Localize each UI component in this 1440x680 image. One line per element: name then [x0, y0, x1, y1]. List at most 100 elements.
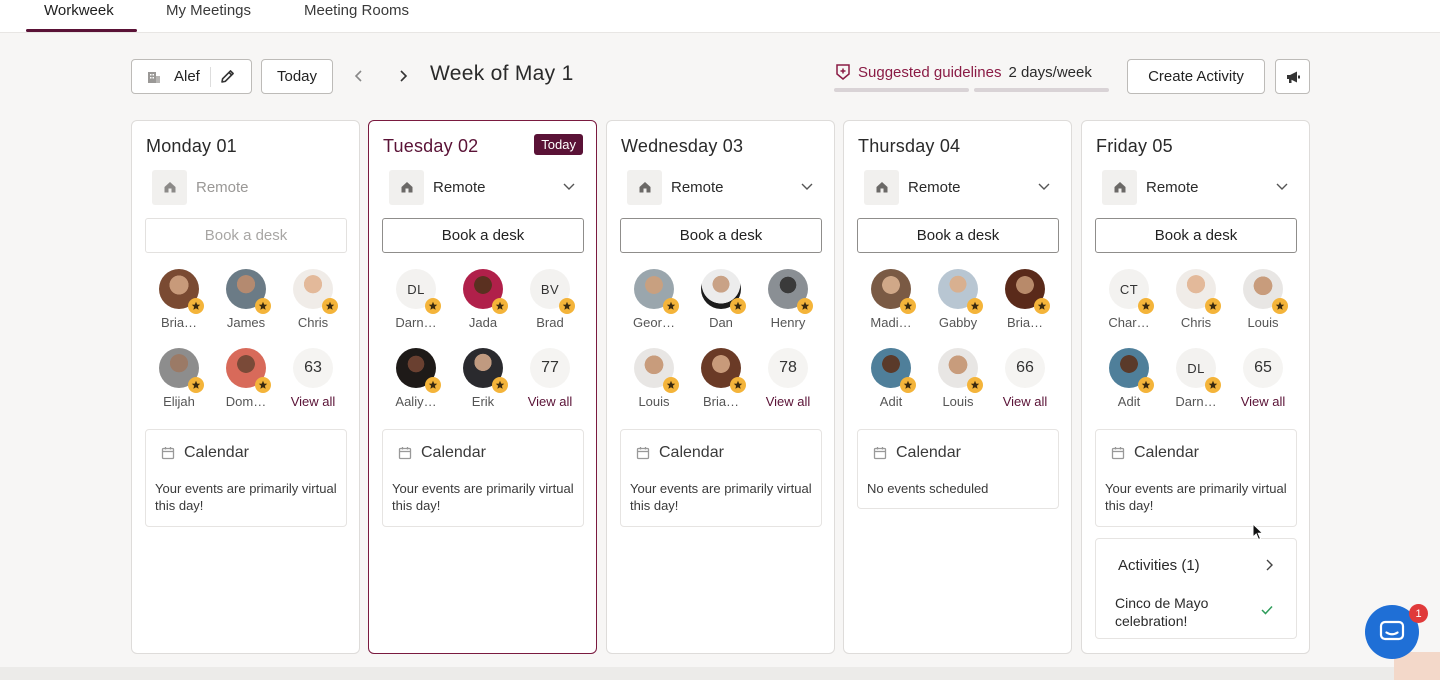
attendee[interactable]: Adit — [856, 348, 926, 418]
more-attendees[interactable]: 78 View all — [753, 348, 823, 418]
attendee[interactable]: Adit — [1094, 348, 1164, 418]
star-icon — [900, 298, 916, 314]
calendar-title: Calendar — [1134, 444, 1199, 461]
avatar: CT — [1109, 269, 1154, 314]
megaphone-icon — [1285, 70, 1301, 84]
day-card-tuesday: Tuesday 02 Today Remote Book a desk DL D… — [368, 120, 597, 654]
attendee[interactable]: Dom… — [211, 348, 281, 418]
attendee-name: Adit — [1117, 394, 1141, 409]
attendee[interactable]: Louis — [1228, 269, 1298, 339]
next-week-button[interactable] — [393, 66, 413, 86]
home-icon — [627, 169, 662, 205]
attendee[interactable]: Erik — [448, 348, 518, 418]
attendee[interactable]: Henry — [753, 269, 823, 339]
attendee[interactable]: Elijah — [144, 348, 214, 418]
office-selector[interactable]: Alef — [131, 59, 252, 94]
star-icon — [967, 298, 983, 314]
today-button[interactable]: Today — [261, 59, 333, 94]
more-attendees[interactable]: 66 View all — [990, 348, 1060, 418]
create-activity-button[interactable]: Create Activity — [1127, 59, 1265, 94]
attendee[interactable]: Geor… — [619, 269, 689, 339]
attendee-name: Louis — [942, 394, 974, 409]
avatar — [634, 269, 679, 314]
more-attendees[interactable]: 65 View all — [1228, 348, 1298, 418]
book-desk-button[interactable]: Book a desk — [382, 218, 584, 253]
announcement-button[interactable] — [1275, 59, 1310, 94]
attendee[interactable]: DL Darn… — [1161, 348, 1231, 418]
work-status-selector[interactable]: Remote — [1102, 169, 1295, 205]
status-label: Remote — [1146, 178, 1199, 196]
book-desk-button[interactable]: Book a desk — [620, 218, 822, 253]
calendar-card[interactable]: Calendar No events scheduled — [857, 429, 1059, 509]
avatar — [463, 348, 508, 393]
view-all-link[interactable]: View all — [753, 394, 823, 409]
view-all-link[interactable]: View all — [515, 394, 585, 409]
work-status-selector[interactable]: Remote — [627, 169, 820, 205]
book-desk-button[interactable]: Book a desk — [145, 218, 347, 253]
attendee[interactable]: Chris — [278, 269, 348, 339]
attendee[interactable]: Louis — [923, 348, 993, 418]
home-icon — [864, 169, 899, 205]
star-icon — [425, 298, 441, 314]
day-title: Monday 01 — [146, 136, 237, 156]
work-status-selector[interactable]: Remote — [864, 169, 1057, 205]
pencil-icon[interactable] — [219, 68, 236, 85]
view-all-link[interactable]: View all — [1228, 394, 1298, 409]
attendee[interactable]: BV Brad — [515, 269, 585, 339]
activity-item[interactable]: Cinco de Mayo celebration! — [1115, 594, 1255, 630]
day-card-friday: Friday 05 Remote Book a desk CT Char… Ch… — [1081, 120, 1310, 654]
attendee[interactable]: Madi… — [856, 269, 926, 339]
attendee-name: Geor… — [633, 315, 675, 330]
attendee[interactable]: Louis — [619, 348, 689, 418]
star-icon — [1272, 298, 1288, 314]
more-attendees[interactable]: 63 View all — [278, 348, 348, 418]
chevron-right-icon[interactable] — [1264, 558, 1274, 577]
view-all-link[interactable]: View all — [278, 394, 348, 409]
book-desk-button[interactable]: Book a desk — [1095, 218, 1297, 253]
day-title: Thursday 04 — [858, 136, 961, 156]
book-desk-button[interactable]: Book a desk — [857, 218, 1059, 253]
tab-meeting-rooms[interactable]: Meeting Rooms — [304, 0, 409, 33]
avatar — [871, 348, 916, 393]
attendee[interactable]: Bria… — [144, 269, 214, 339]
attendee[interactable]: Bria… — [686, 348, 756, 418]
more-attendees[interactable]: 77 View all — [515, 348, 585, 418]
calendar-text: Your events are primarily virtual this d… — [1105, 481, 1287, 513]
avatar: DL — [396, 269, 441, 314]
guideline-label: Suggested guidelines — [858, 63, 1002, 81]
attendee-name: Bria… — [1006, 315, 1044, 330]
previous-week-button[interactable] — [349, 66, 369, 86]
calendar-card[interactable]: Calendar Your events are primarily virtu… — [1095, 429, 1297, 527]
avatar — [1243, 269, 1288, 314]
attendee[interactable]: Aaliy… — [381, 348, 451, 418]
calendar-card[interactable]: Calendar Your events are primarily virtu… — [382, 429, 584, 527]
active-tab-indicator — [26, 29, 137, 32]
star-icon — [492, 377, 508, 393]
calendar-title: Calendar — [184, 444, 249, 461]
attendee[interactable]: DL Darn… — [381, 269, 451, 339]
activities-card[interactable]: Activities (1) Cinco de Mayo celebration… — [1095, 538, 1297, 639]
attendee[interactable]: Dan — [686, 269, 756, 339]
attendee[interactable]: Jada — [448, 269, 518, 339]
attendee-count: 77 — [530, 348, 570, 388]
attendee[interactable]: Chris — [1161, 269, 1231, 339]
attendee-name: Elijah — [163, 394, 195, 409]
attendee[interactable]: CT Char… — [1094, 269, 1164, 339]
view-all-link[interactable]: View all — [990, 394, 1060, 409]
chevron-down-icon — [1275, 179, 1289, 198]
avatar: DL — [1176, 348, 1221, 393]
work-status-selector[interactable]: Remote — [389, 169, 582, 205]
tab-my-meetings[interactable]: My Meetings — [166, 0, 251, 33]
star-icon — [255, 298, 271, 314]
attendee[interactable]: Gabby — [923, 269, 993, 339]
calendar-card[interactable]: Calendar Your events are primarily virtu… — [620, 429, 822, 527]
attendee[interactable]: Bria… — [990, 269, 1060, 339]
suggested-guidelines[interactable]: Suggested guidelines 2 days/week — [835, 63, 1092, 81]
attendee-name: Louis — [638, 394, 670, 409]
avatar: BV — [530, 269, 575, 314]
calendar-card[interactable]: Calendar Your events are primarily virtu… — [145, 429, 347, 527]
attendee[interactable]: James — [211, 269, 281, 339]
attendee-name: Dom… — [225, 394, 267, 409]
calendar-text: Your events are primarily virtual this d… — [155, 481, 337, 513]
day-title: Friday 05 — [1096, 136, 1173, 156]
